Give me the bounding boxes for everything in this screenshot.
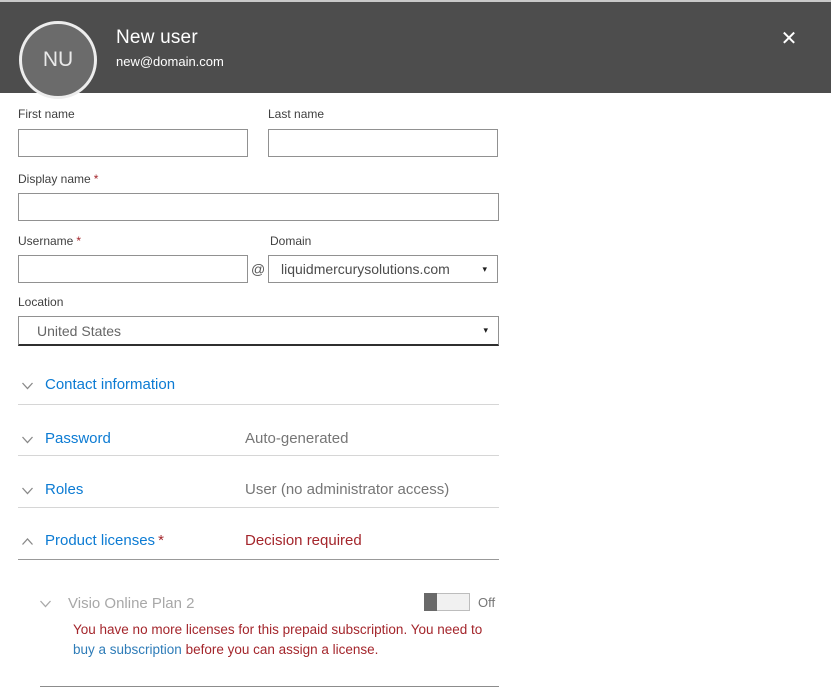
section-value: Auto-generated xyxy=(245,430,349,447)
section-label: Password xyxy=(45,430,111,447)
last-name-label: Last name xyxy=(268,107,325,121)
display-name-input[interactable] xyxy=(18,193,499,221)
divider xyxy=(18,507,499,508)
domain-selected-value: liquidmercurysolutions.com xyxy=(281,261,450,277)
display-name-label-text: Display name xyxy=(18,172,91,186)
chevron-down-icon xyxy=(22,487,33,495)
product-licenses-required-mark: * xyxy=(158,532,164,549)
location-select[interactable]: United States ▾ xyxy=(18,316,499,346)
domain-select[interactable]: liquidmercurysolutions.com ▾ xyxy=(268,255,498,283)
toggle-knob xyxy=(424,593,437,611)
display-name-label: Display name * xyxy=(18,172,98,186)
page-title: New user xyxy=(116,27,198,48)
buy-subscription-link[interactable]: buy a subscription xyxy=(73,642,182,657)
license-warning-message: You have no more licenses for this prepa… xyxy=(73,620,487,660)
chevron-up-icon xyxy=(22,538,33,545)
license-name: Visio Online Plan 2 xyxy=(68,595,195,612)
warning-text-prefix: You have no more licenses for this prepa… xyxy=(73,622,483,637)
avatar: NU xyxy=(19,21,97,99)
first-name-input[interactable] xyxy=(18,129,248,157)
new-user-panel: New user new@domain.com ✕ NU First name … xyxy=(0,0,834,694)
section-product-licenses[interactable]: Product licenses * Decision required xyxy=(18,531,499,553)
warning-text-suffix: before you can assign a license. xyxy=(181,642,379,657)
divider xyxy=(18,455,499,456)
section-roles[interactable]: Roles User (no administrator access) xyxy=(18,480,499,502)
page-subtitle: new@domain.com xyxy=(116,54,224,69)
chevron-down-icon xyxy=(22,436,33,444)
first-name-label: First name xyxy=(18,107,75,121)
divider xyxy=(40,686,499,687)
location-selected-value: United States xyxy=(37,322,122,339)
divider xyxy=(18,559,499,560)
domain-caret-icon: ▾ xyxy=(482,263,487,274)
username-required-mark: * xyxy=(76,234,82,248)
username-input[interactable] xyxy=(18,255,248,283)
section-password[interactable]: Password Auto-generated xyxy=(18,429,499,451)
chevron-down-icon xyxy=(22,382,33,390)
close-icon: ✕ xyxy=(780,27,798,50)
section-label-text: Product licenses xyxy=(45,532,156,549)
domain-label: Domain xyxy=(270,234,312,248)
avatar-initials: NU xyxy=(42,48,74,71)
section-label: Contact information xyxy=(45,376,176,393)
location-caret-icon: ▾ xyxy=(483,325,488,335)
username-label-text: Username xyxy=(18,234,74,248)
last-name-input[interactable] xyxy=(268,129,498,157)
license-visio-online-plan-2[interactable]: Visio Online Plan 2 xyxy=(38,593,418,615)
divider xyxy=(18,404,499,405)
section-label: Roles xyxy=(45,481,84,498)
section-value: User (no administrator access) xyxy=(245,481,450,498)
section-value: Decision required xyxy=(245,532,362,549)
chevron-down-icon xyxy=(40,600,51,608)
username-label: Username * xyxy=(18,234,81,248)
section-label: Product licenses * xyxy=(45,532,164,549)
display-name-required-mark: * xyxy=(93,172,99,186)
location-label: Location xyxy=(18,295,64,309)
license-toggle[interactable] xyxy=(424,593,470,611)
toggle-state-label: Off xyxy=(478,595,496,610)
close-button[interactable]: ✕ xyxy=(775,24,803,52)
at-symbol: @ xyxy=(251,261,266,277)
section-contact-information[interactable]: Contact information xyxy=(18,375,499,397)
panel-header: New user new@domain.com ✕ xyxy=(0,0,831,93)
